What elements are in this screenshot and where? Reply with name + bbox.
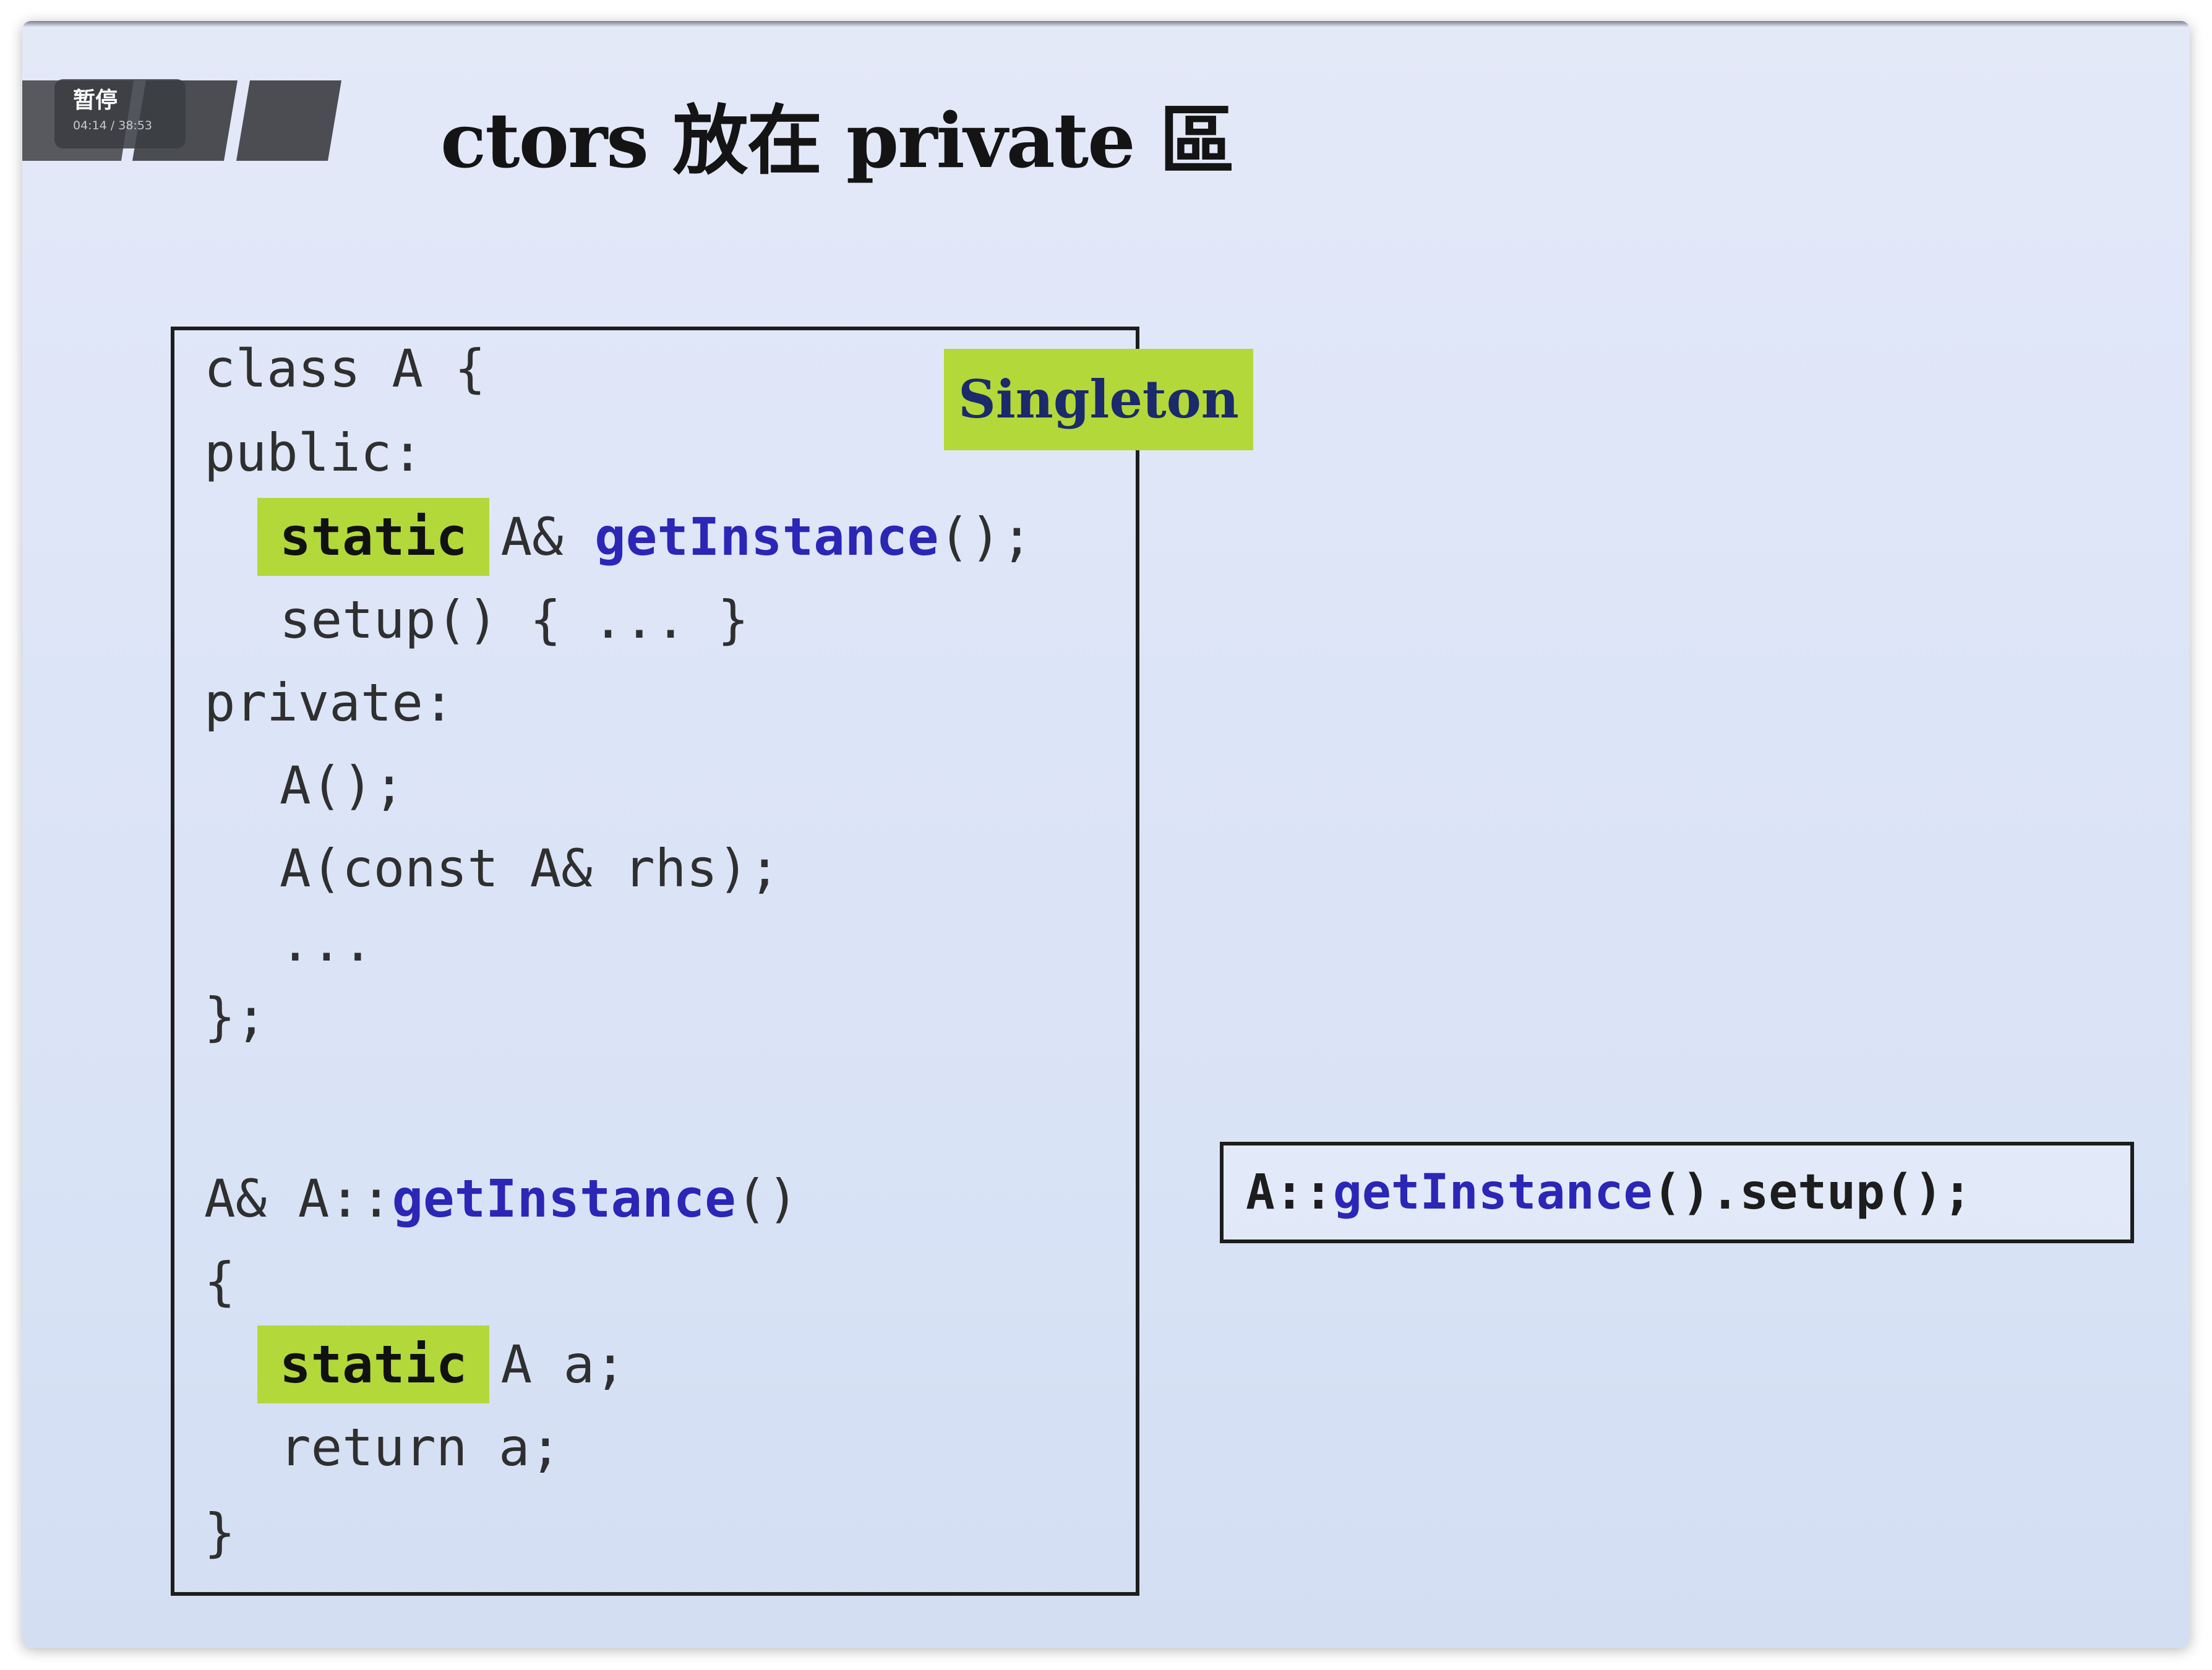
code-call-suffix: (); (938, 507, 1033, 567)
code-return-line: return a; (280, 1417, 562, 1478)
pause-label: 暂停 (73, 88, 118, 113)
code-class-decl: class A { (204, 338, 486, 399)
code-return-type: A& (500, 507, 564, 567)
usage-method-name: getInstance (1332, 1165, 1653, 1220)
usage-call-suffix: ().setup(); (1652, 1165, 1973, 1220)
code-copy-ctor: A(const A& rhs); (280, 838, 781, 899)
lecture-video-frame: 暂停 04:14 / 38:53 ctors 放在 private 區 Sing… (22, 21, 2190, 1648)
code-get-instance-def: A& A::getInstance() (204, 1165, 799, 1232)
code-ellipsis: ... (280, 912, 374, 973)
usage-example-code: A::getInstance().setup(); (1246, 1159, 1972, 1226)
static-keyword-highlight: static (257, 1325, 490, 1403)
code-default-ctor: A(); (280, 755, 405, 816)
code-private-label: private: (204, 672, 455, 733)
code-static-var: A a; (500, 1334, 626, 1395)
static-keyword-highlight: static (257, 498, 490, 576)
code-setup-line: setup() { ... } (280, 589, 749, 650)
code-def-suffix: () (735, 1168, 799, 1229)
code-get-instance-name: getInstance (594, 507, 939, 567)
code-def-prefix: A& A:: (204, 1168, 392, 1229)
code-public-label: public: (204, 422, 424, 483)
usage-example-box: A::getInstance().setup(); (1220, 1142, 2134, 1243)
code-brace-close: } (204, 1502, 236, 1563)
playback-time: 04:14 / 38:53 (73, 119, 152, 132)
code-brace-open: { (204, 1251, 236, 1312)
pause-status-badge[interactable]: 暂停 04:14 / 38:53 (54, 79, 186, 148)
singleton-code-box: Singleton class A { public: static A& get… (171, 327, 1253, 1596)
code-get-instance-def-name: getInstance (392, 1168, 736, 1229)
code-get-instance-decl: static A& getInstance(); (257, 498, 1033, 576)
code-static-local: static A a; (257, 1325, 626, 1403)
slide-title: ctors 放在 private 區 (440, 96, 1235, 185)
code-class-end: }; (204, 987, 267, 1047)
singleton-tag: Singleton (944, 349, 1253, 450)
usage-scope-prefix: A:: (1246, 1165, 1333, 1220)
